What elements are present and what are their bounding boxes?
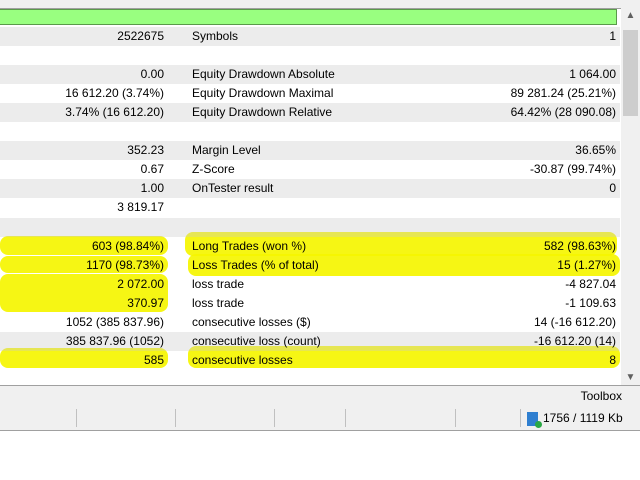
value-right: 0 [609, 181, 616, 196]
memory-text: 1756 / 1119 Kb [543, 411, 623, 425]
value-left: 603 (98.84%) [91, 238, 164, 253]
scrollbar-thumb[interactable] [623, 30, 638, 116]
value-left: 1170 (98.73%) [86, 257, 164, 272]
table-row [0, 46, 620, 65]
table-row: 1170 (98.73%) Loss Trades (% of total) 15 … [0, 256, 620, 275]
vertical-scrollbar[interactable]: ▲ ▼ [621, 8, 640, 385]
value-right: 582 (98.63%) [543, 238, 616, 253]
value-left: 1052 (385 837.96) [65, 314, 164, 329]
value-left: 2 072.00 [117, 276, 164, 291]
value-right: 64.42% (28 090.08) [510, 105, 616, 120]
table-row [0, 217, 620, 237]
row-label: Long Trades (won %) [192, 238, 307, 253]
scroll-up-icon[interactable]: ▲ [621, 10, 640, 21]
row-label: consecutive losses ($) [192, 314, 311, 329]
table-row: 2522675 Symbols 1 [0, 27, 620, 46]
table-row: 370.97 loss trade -1 109.63 [0, 294, 620, 313]
value-left: 0.67 [140, 162, 164, 177]
scroll-down-icon[interactable]: ▼ [621, 372, 640, 383]
progress-bar [0, 9, 617, 25]
value-right: 14 (-16 612.20) [533, 314, 616, 329]
value-right: -30.87 (99.74%) [529, 162, 616, 177]
value-right: 89 281.24 (25.21%) [510, 86, 616, 101]
row-label: Margin Level [192, 143, 261, 158]
value-left: 16 612.20 (3.74%) [65, 86, 164, 101]
value-left: 2522675 [117, 29, 164, 43]
row-label: consecutive losses [192, 352, 293, 367]
toolbox-bar: Toolbox [0, 385, 640, 407]
table-row: 352.23 Margin Level 36.65% [0, 141, 620, 161]
top-border [0, 0, 640, 9]
row-label: Loss Trades (% of total) [192, 257, 319, 272]
value-right: 15 (1.27%) [557, 257, 616, 272]
value-left: 3.74% (16 612.20) [65, 105, 164, 120]
value-left: 385 837.96 (1052) [65, 333, 164, 348]
row-label: Equity Drawdown Relative [192, 105, 333, 120]
table-row: 1.00 OnTester result 0 [0, 179, 620, 199]
status-bar: 1756 / 1119 Kb [0, 406, 640, 431]
table-row [0, 122, 620, 141]
value-left: 370.97 [127, 295, 164, 310]
value-right: 36.65% [575, 143, 616, 158]
value-right: -4 827.04 [565, 276, 616, 291]
toolbox-label[interactable]: Toolbox [581, 389, 622, 403]
table-row: 2 072.00 loss trade -4 827.04 [0, 275, 620, 294]
row-label: loss trade [192, 295, 245, 310]
table-row: 0.00 Equity Drawdown Absolute 1 064.00 [0, 65, 620, 85]
value-right: 1 [609, 29, 616, 43]
table-row: 1052 (385 837.96) consecutive losses ($) 1… [0, 313, 620, 332]
memory-status: 1756 / 1119 Kb [527, 411, 623, 428]
value-right: 8 [609, 352, 616, 367]
table-row: 385 837.96 (1052) consecutive loss (count… [0, 331, 620, 351]
value-left: 0.00 [140, 67, 164, 82]
value-right: -1 109.63 [565, 295, 616, 310]
row-label: Symbols [192, 29, 239, 43]
row-label: consecutive loss (count) [192, 333, 321, 348]
row-label: OnTester result [192, 181, 274, 196]
value-left: 1.00 [140, 181, 164, 196]
value-left: 585 [143, 352, 164, 367]
table-row: 3.74% (16 612.20) Equity Drawdown Relativ… [0, 103, 620, 123]
row-label: Equity Drawdown Absolute [192, 67, 335, 82]
value-right: 1 064.00 [569, 67, 616, 82]
table-row: 16 612.20 (3.74%) Equity Drawdown Maximal… [0, 84, 620, 103]
row-label: Z-Score [192, 162, 235, 177]
table-row: 3 819.17 [0, 198, 620, 217]
database-icon [527, 411, 542, 428]
row-label: loss trade [192, 276, 245, 291]
row-label: Equity Drawdown Maximal [192, 86, 334, 101]
value-right: -16 612.20 (14) [533, 333, 616, 348]
table-row: 603 (98.84%) Long Trades (won %) 582 (98.6… [0, 237, 620, 256]
table-row: 0.67 Z-Score -30.87 (99.74%) [0, 160, 620, 179]
value-left: 3 819.17 [117, 200, 164, 215]
table-row: 585 consecutive losses 8 [0, 351, 620, 370]
value-left: 352.23 [127, 143, 164, 158]
